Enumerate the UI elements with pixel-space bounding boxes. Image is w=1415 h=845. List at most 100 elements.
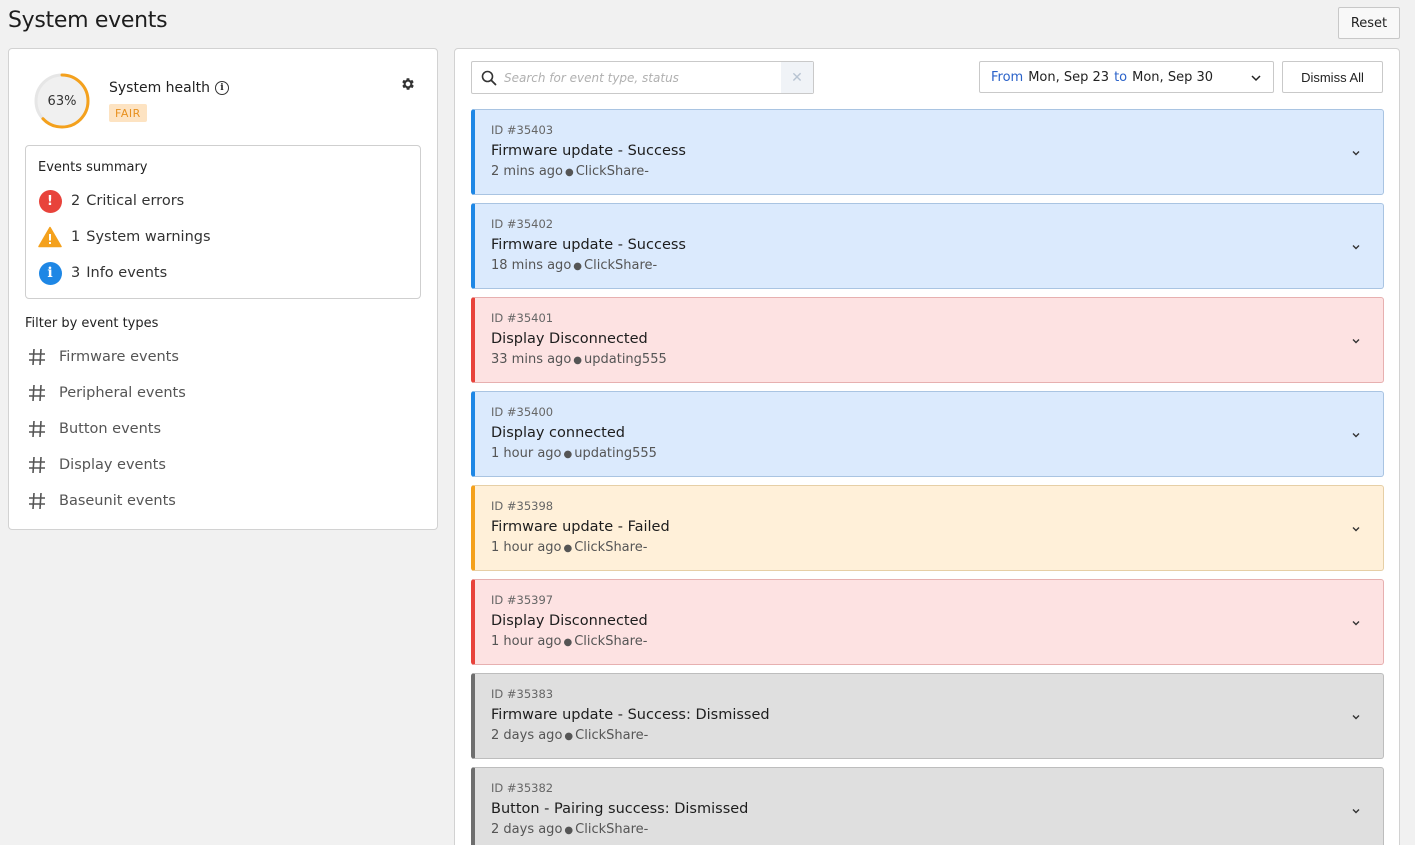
- date-from-label: From: [991, 69, 1024, 85]
- health-gauge: 63%: [34, 73, 90, 129]
- filter-item-label: Peripheral events: [59, 385, 186, 401]
- summary-system-warnings[interactable]: 1 System warnings: [38, 225, 211, 249]
- event-time: 33 mins ago: [491, 352, 572, 367]
- close-icon: ✕: [791, 69, 803, 86]
- event-title: Firmware update - Failed: [491, 519, 670, 535]
- chevron-down-icon[interactable]: [1350, 711, 1362, 723]
- chevron-down-icon[interactable]: [1350, 805, 1362, 817]
- filter-item-label: Button events: [59, 421, 162, 437]
- event-source: ClickShare-: [584, 258, 658, 273]
- event-meta: 18 mins ago ● ClickShare-: [491, 258, 657, 273]
- event-meta: 2 days ago ● ClickShare-: [491, 822, 648, 837]
- separator-dot: ●: [573, 261, 583, 272]
- date-to: Mon, Sep 30: [1132, 69, 1213, 85]
- hash-icon: [29, 456, 45, 474]
- date-from: Mon, Sep 23: [1028, 69, 1110, 85]
- summary-critical-errors[interactable]: ! 2 Critical errors: [38, 189, 184, 213]
- event-meta: 1 hour ago ● updating555: [491, 446, 657, 461]
- filter-item[interactable]: Baseunit events: [27, 489, 176, 513]
- event-id: ID #35397: [491, 593, 554, 607]
- separator-dot: ●: [573, 355, 583, 366]
- filter-item[interactable]: Button events: [27, 417, 161, 441]
- reset-button[interactable]: Reset: [1338, 7, 1400, 39]
- filter-item[interactable]: Display events: [27, 453, 166, 477]
- event-id: ID #35402: [491, 217, 554, 231]
- filter-item-label: Firmware events: [59, 349, 179, 365]
- event-card[interactable]: ID #35403 Firmware update - Success 2 mins…: [471, 109, 1384, 195]
- event-source: ClickShare-: [574, 540, 648, 555]
- event-card[interactable]: ID #35383 Firmware update - Success: Dism…: [471, 673, 1384, 759]
- filter-title: Filter by event types: [25, 316, 159, 331]
- filter-item[interactable]: Firmware events: [27, 345, 179, 369]
- date-range-picker[interactable]: From Mon, Sep 23 to Mon, Sep 30: [979, 61, 1274, 93]
- event-card[interactable]: ID #35397 Display Disconnected 1 hour ago ●…: [471, 579, 1384, 665]
- events-summary-title: Events summary: [38, 160, 148, 175]
- chevron-down-icon[interactable]: [1350, 335, 1362, 347]
- event-card[interactable]: ID #35400 Display connected 1 hour ago ● upd…: [471, 391, 1384, 477]
- hash-icon: [29, 384, 45, 402]
- summary-label: Info events: [86, 265, 168, 281]
- warning-icon: [38, 225, 62, 249]
- event-time: 1 hour ago: [491, 540, 562, 555]
- gear-icon[interactable]: [400, 76, 416, 92]
- summary-info-events[interactable]: i 3 Info events: [38, 261, 167, 285]
- chevron-down-icon[interactable]: [1350, 241, 1362, 253]
- filter-item-label: Display events: [59, 457, 166, 473]
- events-panel: ✕ From Mon, Sep 23 to Mon, Sep 30 Dismis…: [454, 48, 1400, 845]
- chevron-down-icon[interactable]: [1350, 429, 1362, 441]
- event-meta: 1 hour ago ● ClickShare-: [491, 634, 647, 649]
- event-source: updating555: [584, 352, 667, 367]
- events-summary: Events summary ! 2 Critical errors 1 Sys…: [25, 145, 421, 299]
- chevron-down-icon[interactable]: [1350, 147, 1362, 159]
- summary-label: Critical errors: [86, 193, 185, 209]
- event-time: 2 days ago: [491, 822, 563, 837]
- event-title: Display Disconnected: [491, 613, 648, 629]
- event-card[interactable]: ID #35402 Firmware update - Success 18 min…: [471, 203, 1384, 289]
- event-title: Display connected: [491, 425, 625, 441]
- event-card[interactable]: ID #35398 Firmware update - Failed 1 hour …: [471, 485, 1384, 571]
- separator-dot: ●: [564, 731, 574, 742]
- critical-error-icon: !: [38, 189, 62, 213]
- event-time: 18 mins ago: [491, 258, 572, 273]
- page-title: System events: [8, 8, 168, 33]
- health-status-badge: FAIR: [109, 104, 147, 122]
- info-icon: i: [38, 261, 62, 285]
- info-icon[interactable]: i: [214, 81, 229, 95]
- event-meta: 2 days ago ● ClickShare-: [491, 728, 648, 743]
- search-input[interactable]: [504, 66, 780, 90]
- event-title: Firmware update - Success: [491, 237, 686, 253]
- event-meta: 33 mins ago ● updating555: [491, 352, 667, 367]
- separator-dot: ●: [565, 167, 574, 178]
- separator-dot: ●: [563, 637, 573, 648]
- separator-dot: ●: [563, 449, 573, 460]
- event-id: ID #35403: [491, 123, 554, 137]
- health-title-label: System health: [109, 80, 210, 96]
- event-id: ID #35401: [491, 311, 554, 325]
- summary-count: 1: [71, 229, 81, 245]
- event-id: ID #35398: [491, 499, 554, 513]
- chevron-down-icon[interactable]: [1350, 617, 1362, 629]
- clear-search-button[interactable]: ✕: [781, 62, 813, 93]
- separator-dot: ●: [563, 543, 573, 554]
- hash-icon: [29, 420, 45, 438]
- filter-item[interactable]: Peripheral events: [27, 381, 186, 405]
- event-id: ID #35400: [491, 405, 554, 419]
- event-id: ID #35382: [491, 781, 554, 795]
- dismiss-all-button[interactable]: Dismiss All: [1282, 61, 1383, 93]
- event-card[interactable]: ID #35401 Display Disconnected 33 mins ago…: [471, 297, 1384, 383]
- event-card[interactable]: ID #35382 Button - Pairing success: Dismi…: [471, 767, 1384, 845]
- hash-icon: [29, 492, 45, 510]
- event-time: 1 hour ago: [491, 634, 562, 649]
- event-source: ClickShare-: [575, 822, 649, 837]
- hash-icon: [29, 348, 45, 366]
- event-meta: 2 mins ago ● ClickShare-: [491, 164, 649, 179]
- summary-label: System warnings: [86, 229, 211, 245]
- health-percent: 63%: [47, 93, 77, 109]
- event-time: 1 hour ago: [491, 446, 562, 461]
- event-source: ClickShare-: [574, 634, 648, 649]
- chevron-down-icon: [1251, 75, 1261, 82]
- event-id: ID #35383: [491, 687, 554, 701]
- system-health-panel: 63% System health i FAIR Events summary …: [8, 48, 438, 530]
- chevron-down-icon[interactable]: [1350, 523, 1362, 535]
- event-title: Button - Pairing success: Dismissed: [491, 801, 749, 817]
